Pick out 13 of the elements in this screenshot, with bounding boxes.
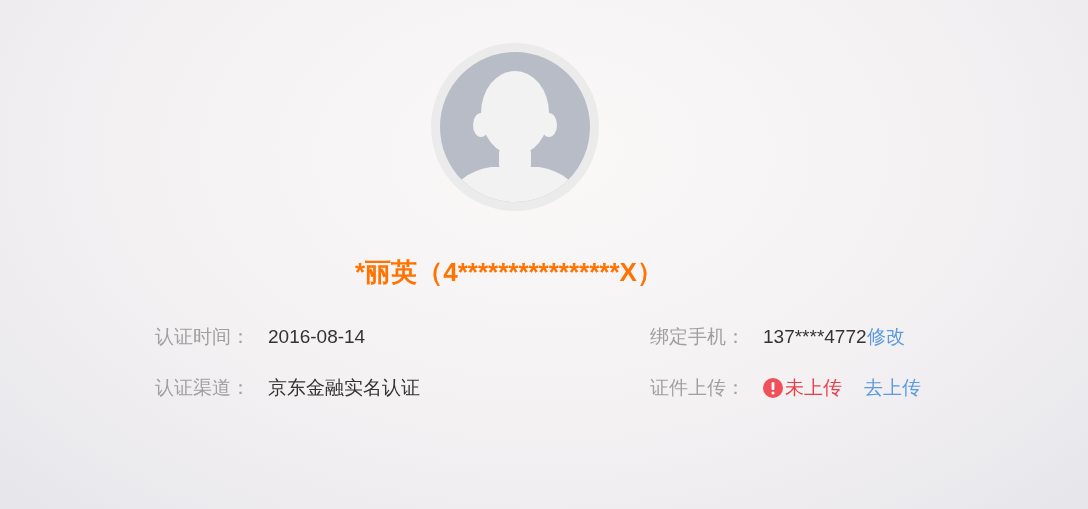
- user-name: *丽英（4****************X）: [355, 256, 663, 289]
- field-label: 绑定手机：: [650, 325, 746, 349]
- field-label: 认证渠道：: [155, 376, 251, 400]
- warning-icon: [763, 378, 783, 398]
- edit-link[interactable]: 修改: [866, 324, 905, 350]
- field-value: 137****4772: [763, 325, 867, 349]
- upload-status: 未上传: [785, 376, 842, 400]
- field-value: 2016-08-14: [268, 325, 366, 349]
- field-label: 证件上传：: [650, 376, 746, 400]
- avatar-icon: [431, 43, 599, 211]
- upload-link[interactable]: 去上传: [864, 375, 921, 401]
- field-value: 京东金融实名认证: [268, 376, 420, 400]
- field-label: 认证时间：: [155, 325, 251, 349]
